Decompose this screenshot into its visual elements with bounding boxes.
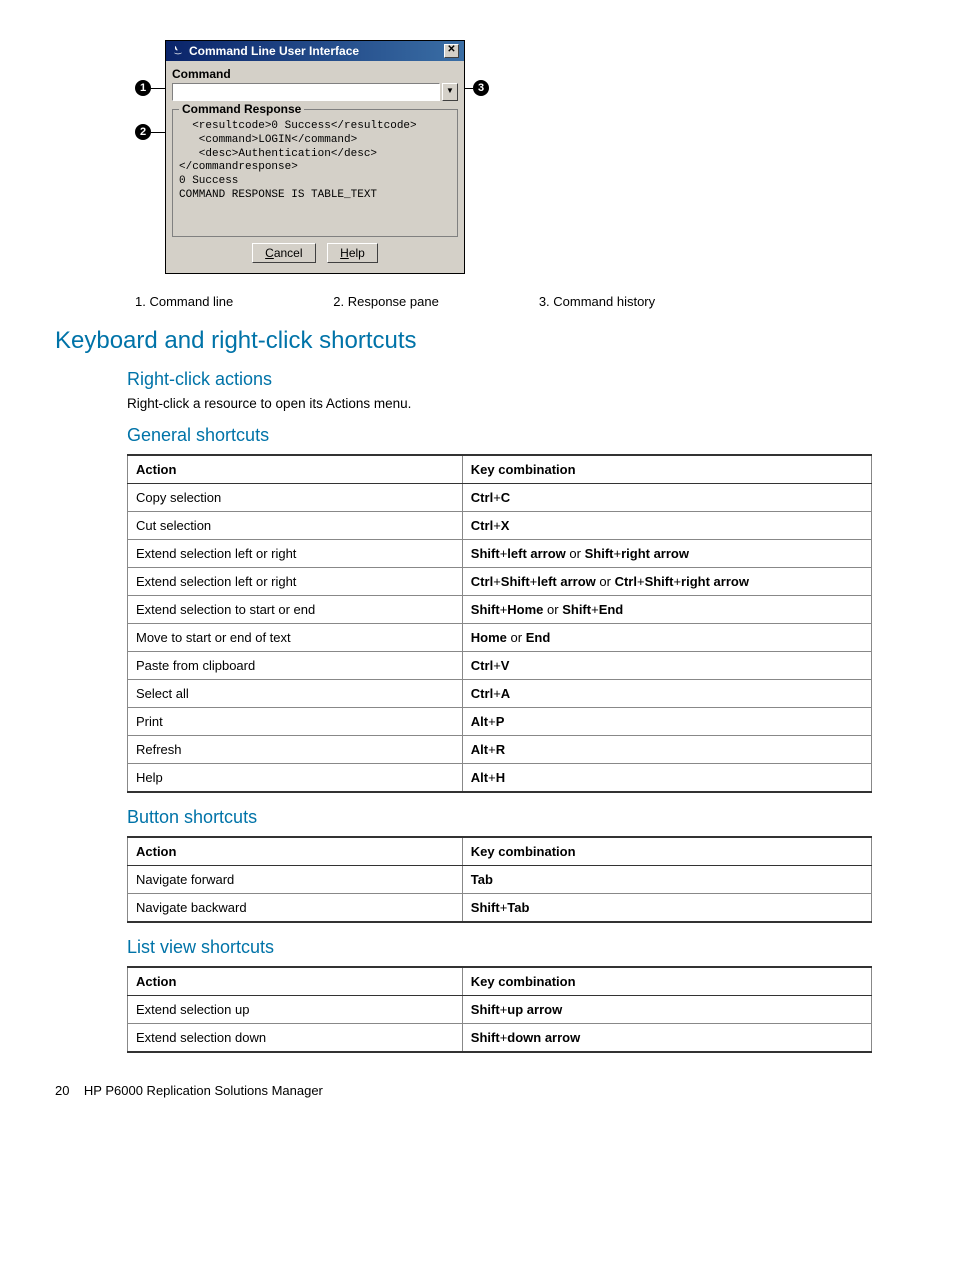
command-label: Command [172,67,458,81]
cell-key: Shift+left arrow or Shift+right arrow [462,540,871,568]
table-row: Cut selectionCtrl+X [128,512,872,540]
cell-action: Navigate backward [128,894,463,923]
cell-action: Extend selection up [128,996,463,1024]
cell-action: Select all [128,680,463,708]
th-action: Action [128,967,463,996]
heading-rightclick: Right-click actions [127,369,899,390]
table-row: Extend selection downShift+down arrow [128,1024,872,1053]
page-number: 20 [55,1083,69,1098]
cell-key: Ctrl+C [462,484,871,512]
cell-action: Print [128,708,463,736]
table-row: Extend selection to start or endShift+Ho… [128,596,872,624]
table-row: Select allCtrl+A [128,680,872,708]
cell-action: Help [128,764,463,793]
response-text: <resultcode>0 Success</resultcode> <comm… [179,120,451,230]
table-row: RefreshAlt+R [128,736,872,764]
cell-action: Refresh [128,736,463,764]
cell-key: Ctrl+V [462,652,871,680]
cell-action: Extend selection left or right [128,540,463,568]
table-row: Navigate backwardShift+Tab [128,894,872,923]
cell-action: Navigate forward [128,866,463,894]
cell-key: Shift+down arrow [462,1024,871,1053]
callout-legend: 1. Command line 2. Response pane 3. Comm… [135,294,899,309]
callout-3: 3 [473,80,489,96]
cli-dialog: Command Line User Interface ✕ Command ▼ … [165,40,465,274]
cell-key: Alt+H [462,764,871,793]
cell-key: Shift+Home or Shift+End [462,596,871,624]
dialog-title: Command Line User Interface [189,44,359,58]
table-row: Extend selection left or rightCtrl+Shift… [128,568,872,596]
table-row: Extend selection upShift+up arrow [128,996,872,1024]
response-legend: Command Response [179,102,304,116]
rightclick-text: Right-click a resource to open its Actio… [127,396,899,411]
cell-key: Tab [462,866,871,894]
table-row: Paste from clipboardCtrl+V [128,652,872,680]
th-action: Action [128,837,463,866]
general-shortcuts-table: Action Key combination Copy selectionCtr… [127,454,872,793]
table-row: Navigate forwardTab [128,866,872,894]
cell-key: Home or End [462,624,871,652]
cell-key: Shift+Tab [462,894,871,923]
java-icon [171,44,185,58]
help-button[interactable]: Help [327,243,378,263]
cell-key: Ctrl+X [462,512,871,540]
table-row: Extend selection left or rightShift+left… [128,540,872,568]
heading-keyboard-shortcuts: Keyboard and right-click shortcuts [55,327,899,355]
cell-key: Shift+up arrow [462,996,871,1024]
cell-action: Move to start or end of text [128,624,463,652]
legend-1: 1. Command line [135,294,233,309]
cell-action: Cut selection [128,512,463,540]
th-action: Action [128,455,463,484]
titlebar: Command Line User Interface ✕ [166,41,464,61]
command-input[interactable] [172,83,440,101]
table-row: Move to start or end of textHome or End [128,624,872,652]
cell-action: Extend selection down [128,1024,463,1053]
figure-container: 1 2 3 Command Line User Interface ✕ Comm… [135,40,899,274]
history-dropdown-icon[interactable]: ▼ [442,83,458,101]
cell-key: Alt+R [462,736,871,764]
cell-key: Alt+P [462,708,871,736]
cell-action: Copy selection [128,484,463,512]
cell-key: Ctrl+Shift+left arrow or Ctrl+Shift+righ… [462,568,871,596]
table-row: Copy selectionCtrl+C [128,484,872,512]
callout-2: 2 [135,124,151,140]
close-icon[interactable]: ✕ [444,44,459,58]
callout-1: 1 [135,80,151,96]
cell-action: Paste from clipboard [128,652,463,680]
table-row: PrintAlt+P [128,708,872,736]
th-key: Key combination [462,837,871,866]
footer-title: HP P6000 Replication Solutions Manager [84,1083,323,1098]
heading-general-shortcuts: General shortcuts [127,425,899,446]
th-key: Key combination [462,967,871,996]
th-key: Key combination [462,455,871,484]
listview-shortcuts-table: Action Key combination Extend selection … [127,966,872,1053]
legend-2: 2. Response pane [333,294,439,309]
cancel-button[interactable]: Cancel [252,243,315,263]
page-footer: 20 HP P6000 Replication Solutions Manage… [55,1083,899,1098]
cell-action: Extend selection to start or end [128,596,463,624]
heading-listview-shortcuts: List view shortcuts [127,937,899,958]
heading-button-shortcuts: Button shortcuts [127,807,899,828]
button-shortcuts-table: Action Key combination Navigate forwardT… [127,836,872,923]
cell-key: Ctrl+A [462,680,871,708]
cell-action: Extend selection left or right [128,568,463,596]
table-row: HelpAlt+H [128,764,872,793]
legend-3: 3. Command history [539,294,655,309]
response-fieldset: Command Response <resultcode>0 Success</… [172,109,458,237]
